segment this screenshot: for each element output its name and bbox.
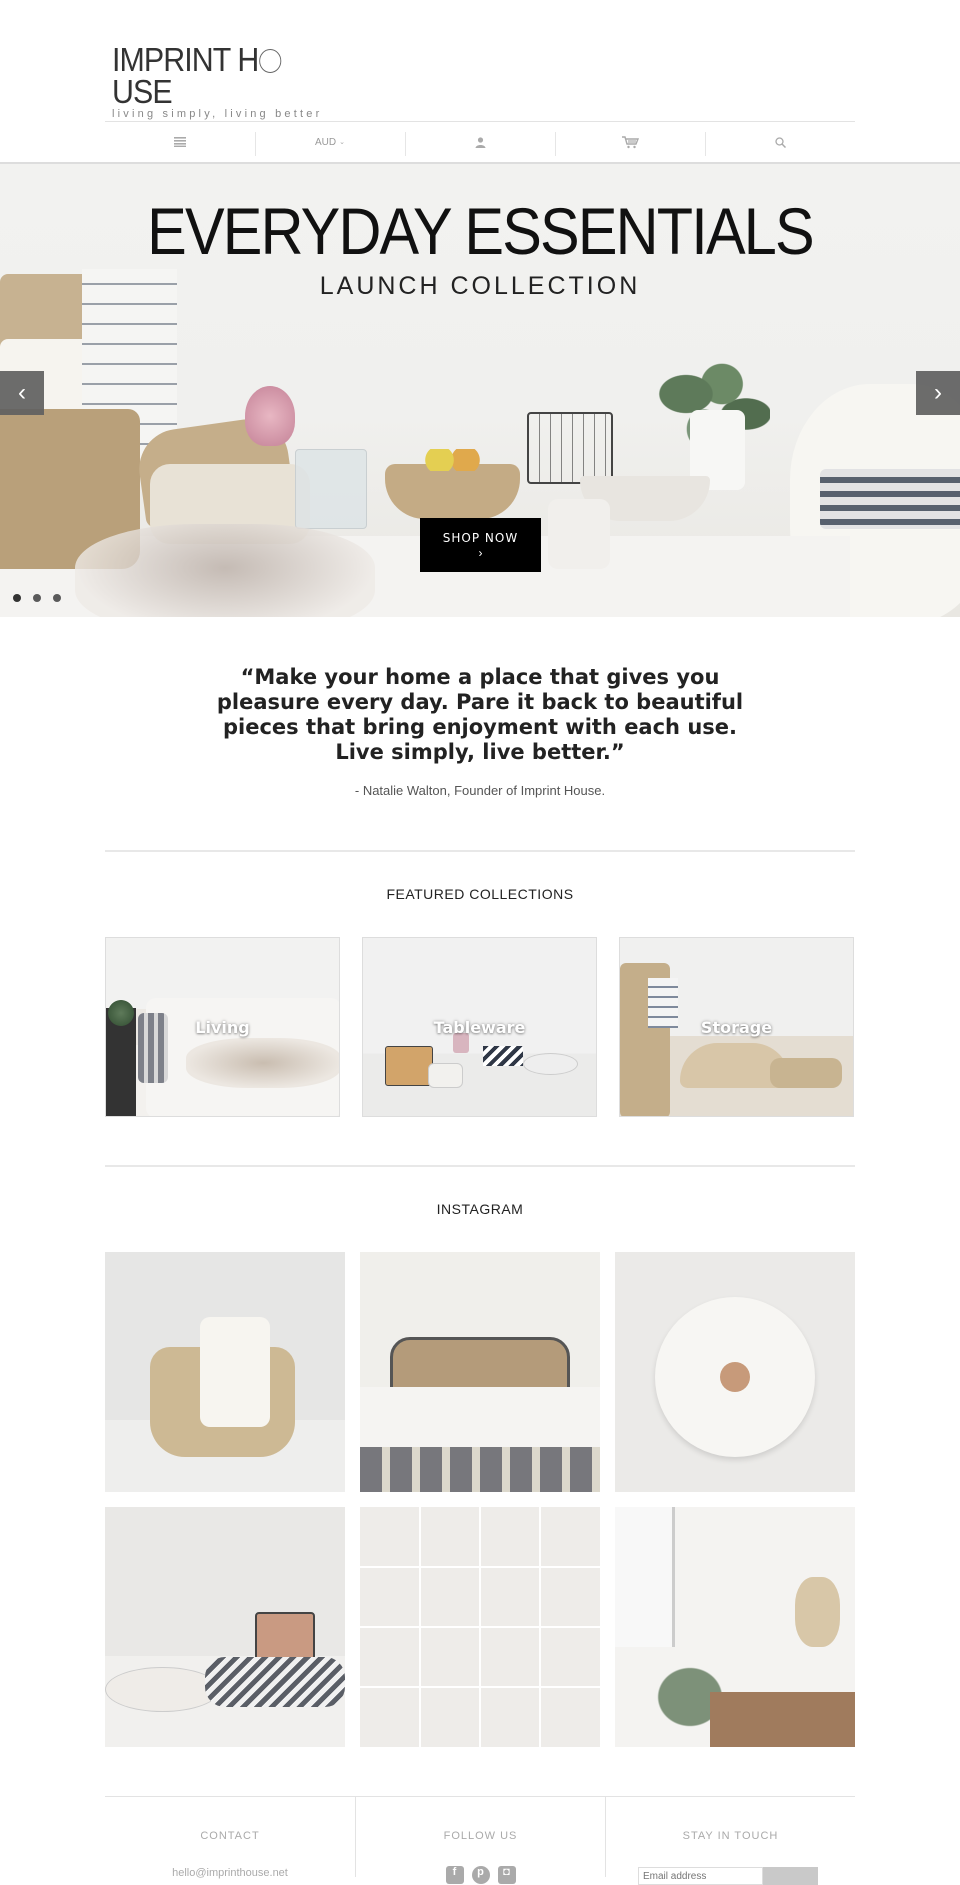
footer-newsletter: STAY IN TOUCH — [605, 1797, 855, 1885]
currency-selector[interactable]: AUD ⌄ — [255, 122, 405, 162]
hero-slider: EVERYDAY ESSENTIALS LAUNCH COLLECTION ‹ … — [0, 164, 960, 617]
hero-fruit-basket — [385, 464, 520, 519]
hero-folded-throws — [820, 469, 960, 529]
living-fur — [186, 1038, 339, 1088]
slider-dot-1[interactable] — [13, 594, 21, 602]
instagram-icon[interactable]: ◘ — [497, 1866, 516, 1884]
slider-dot-2[interactable] — [33, 594, 41, 602]
post-string-bag — [795, 1577, 840, 1647]
hero-hide-rug — [75, 524, 375, 617]
hero-pears — [420, 449, 485, 471]
collection-card-living[interactable]: Living — [105, 937, 340, 1117]
cart-button[interactable] — [555, 122, 705, 162]
section-divider — [105, 850, 855, 852]
footer-contact: CONTACT hello@imprinthouse.net — [105, 1797, 355, 1879]
instagram-post-4[interactable] — [105, 1507, 345, 1747]
logo-text-end: USE — [112, 73, 173, 110]
collection-label: Tableware — [433, 1018, 526, 1037]
slider-pagination — [13, 594, 61, 602]
menu-icon — [174, 137, 186, 147]
shop-now-label: SHOP NOW — [442, 531, 519, 545]
account-button[interactable] — [405, 122, 555, 162]
contact-email-link[interactable]: hello@imprinthouse.net — [105, 1867, 355, 1879]
user-icon — [475, 136, 485, 148]
post-plate — [105, 1667, 220, 1712]
instagram-post-3[interactable] — [615, 1252, 855, 1492]
subscribe-button[interactable] — [763, 1867, 818, 1885]
collection-label: Storage — [700, 1018, 773, 1037]
founder-quote: “Make your home a place that gives you p… — [216, 665, 744, 764]
post-throw — [200, 1317, 270, 1427]
newsletter-email-input[interactable] — [638, 1867, 763, 1885]
post-knob — [720, 1362, 750, 1392]
stay-in-touch-title: STAY IN TOUCH — [682, 1830, 779, 1842]
hero-title: EVERYDAY ESSENTIALS — [147, 194, 815, 268]
top-nav: AUD ⌄ — [105, 121, 855, 162]
tableware-bread-basket — [385, 1046, 433, 1086]
post-blanket — [360, 1447, 600, 1492]
storage-nested-bowls — [770, 1058, 842, 1088]
tableware-plate — [523, 1053, 578, 1075]
chevron-right-icon: › — [934, 379, 942, 406]
currency-label: AUD — [315, 136, 337, 148]
post-grid — [360, 1507, 600, 1747]
instagram-title: INSTAGRAM — [436, 1201, 524, 1217]
quote-attribution: - Natalie Walton, Founder of Imprint Hou… — [354, 783, 606, 798]
search-icon — [774, 136, 786, 148]
collection-card-storage[interactable]: Storage — [619, 937, 854, 1117]
hero-jar — [548, 499, 610, 569]
featured-collections-title: FEATURED COLLECTIONS — [386, 886, 574, 902]
tableware-dish — [428, 1063, 463, 1088]
logo-wordmark: IMPRINT HUSE — [112, 43, 324, 110]
shop-now-button[interactable]: SHOP NOW › — [420, 518, 541, 572]
instagram-post-1[interactable] — [105, 1252, 345, 1492]
tableware-striped-cloth — [483, 1046, 523, 1066]
post-striped-cloth — [205, 1657, 345, 1707]
section-divider — [105, 1165, 855, 1167]
social-links: f p ◘ — [356, 1866, 605, 1884]
contact-title: CONTACT — [200, 1830, 260, 1842]
chevron-down-icon: ⌄ — [339, 139, 345, 146]
post-window — [615, 1507, 675, 1647]
chevron-left-icon: ‹ — [18, 379, 26, 406]
facebook-icon[interactable]: f — [445, 1866, 464, 1884]
instagram-post-2[interactable] — [360, 1252, 600, 1492]
slider-prev-button[interactable]: ‹ — [0, 371, 44, 415]
instagram-post-6[interactable] — [615, 1507, 855, 1747]
search-button[interactable] — [705, 122, 855, 162]
instagram-post-5[interactable] — [360, 1507, 600, 1747]
menu-button[interactable] — [105, 122, 255, 162]
hero-wire-basket — [527, 412, 613, 484]
footer-follow: FOLLOW US f p ◘ — [355, 1797, 605, 1884]
collection-card-tableware[interactable]: Tableware — [362, 937, 597, 1117]
chevron-right-icon: › — [478, 546, 483, 560]
hero-protea-flower — [245, 386, 295, 446]
hero-glass-vase — [295, 449, 367, 529]
cart-icon — [621, 135, 639, 148]
pinterest-icon[interactable]: p — [471, 1866, 490, 1884]
slider-dot-3[interactable] — [53, 594, 61, 602]
logo-o-icon — [259, 49, 282, 73]
follow-title: FOLLOW US — [443, 1830, 518, 1842]
newsletter-form — [638, 1867, 818, 1885]
post-table — [710, 1692, 855, 1747]
collection-label: Living — [195, 1018, 250, 1037]
slider-next-button[interactable]: › — [916, 371, 960, 415]
logo[interactable]: IMPRINT HUSE living simply, living bette… — [112, 43, 342, 120]
hero-subtitle: LAUNCH COLLECTION — [319, 272, 641, 300]
